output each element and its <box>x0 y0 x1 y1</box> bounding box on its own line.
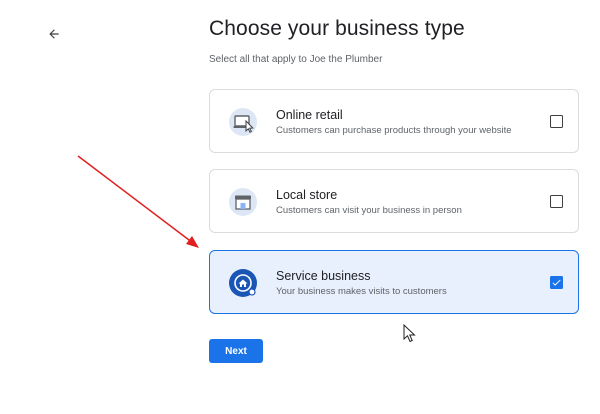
option-description: Your business makes visits to customers <box>276 286 447 297</box>
online-retail-checkbox[interactable] <box>550 115 563 128</box>
option-local-store[interactable]: Local store Customers can visit your bus… <box>209 169 579 233</box>
next-button[interactable]: Next <box>209 339 263 363</box>
option-title: Online retail <box>276 108 343 122</box>
option-title: Service business <box>276 269 371 283</box>
mouse-cursor-icon <box>403 324 416 343</box>
local-store-checkbox[interactable] <box>550 195 563 208</box>
arrow-left-icon <box>49 29 59 39</box>
online-retail-icon <box>229 108 257 136</box>
service-business-checkbox[interactable] <box>550 276 563 289</box>
option-title: Local store <box>276 188 338 202</box>
page-title: Choose your business type <box>209 17 465 40</box>
checkmark-icon <box>552 279 561 286</box>
back-button[interactable] <box>44 24 64 44</box>
option-description: Customers can visit your business in per… <box>276 205 462 216</box>
service-home-icon <box>229 269 257 297</box>
business-type-page: Choose your business type Select all tha… <box>0 0 600 414</box>
option-service-business[interactable]: Service business Your business makes vis… <box>209 250 579 314</box>
option-description: Customers can purchase products through … <box>276 125 512 136</box>
page-subtitle: Select all that apply to Joe the Plumber <box>209 54 383 65</box>
option-online-retail[interactable]: Online retail Customers can purchase pro… <box>209 89 579 153</box>
storefront-icon <box>229 188 257 216</box>
